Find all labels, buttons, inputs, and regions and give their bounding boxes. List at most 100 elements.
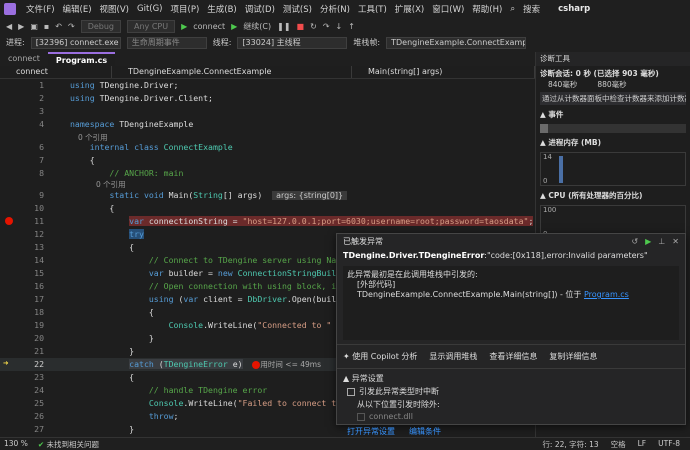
code-line[interactable]: // Open connection with using block, it … [70,280,381,293]
issues-indicator[interactable]: ✔ 未找到相关问题 [38,439,99,450]
pause-icon[interactable]: ❚❚ [277,22,290,31]
menu-help[interactable]: 帮助(H) [468,3,506,15]
code-line[interactable]: { [70,306,154,319]
code-line[interactable]: var connectionString = "host=127.0.0.1;p… [70,215,534,228]
code-line[interactable]: using (var client = DbDriver.Open(builde… [70,293,361,306]
redo-icon[interactable]: ↷ [68,22,75,31]
start-icon[interactable]: ▶ [181,22,187,31]
lifecycle-events-button[interactable]: 生命周期事件 [126,36,207,49]
menu-project[interactable]: 项目(P) [167,3,204,15]
module-checkbox[interactable] [357,412,365,421]
continue-icon[interactable]: ▶ [231,22,237,31]
thread-select[interactable]: [33024] 主线程 [237,36,348,49]
platform-select[interactable]: Any CPU [127,19,176,33]
code-line[interactable]: throw; [70,410,179,423]
restart-icon[interactable]: ↻ [310,22,317,31]
nav-class-select[interactable]: TDengineExample.ConnectExample [112,66,352,78]
close-icon[interactable]: ✕ [672,237,679,246]
menu-edit[interactable]: 编辑(E) [59,3,96,15]
forward-icon[interactable]: ▶ [18,22,24,31]
code-line[interactable]: namespace TDengineExample [70,118,193,131]
memory-graph[interactable]: 14 0 [540,152,686,186]
search-box[interactable]: 搜索 [519,3,544,15]
code-line[interactable]: catch (TDengineError e) 用时间 <= 49ms [70,358,321,371]
exception-settings-header[interactable]: ▲ 异常设置 [337,372,685,385]
menu-tools[interactable]: 工具(T) [354,3,391,15]
undo-icon[interactable]: ↶ [55,22,62,31]
menu-view[interactable]: 视图(V) [96,3,133,15]
code-line[interactable]: var builder = new ConnectionStringBuilde… [70,267,381,280]
menu-file[interactable]: 文件(F) [22,3,59,15]
back-icon[interactable]: ◀ [6,22,12,31]
elapsed-time-hint: 用时间 <= 49ms [260,360,322,369]
file-encoding[interactable]: UTF-8 [658,439,680,450]
code-line[interactable]: // handle TDengine error [70,384,267,397]
line-number: 23 [34,372,44,382]
menu-window[interactable]: 窗口(W) [428,3,468,15]
break-on-exception-checkbox[interactable] [347,387,355,396]
step-into-icon[interactable]: ↓ [336,22,343,31]
step-over-icon[interactable]: ↷ [323,22,330,31]
save-icon[interactable]: ▪ [44,22,49,31]
view-details-button[interactable]: 查看详细信息 [489,351,537,362]
line-number: 16 [34,281,44,291]
cpu-section[interactable]: ▲ CPU (所有处理器的百分比) [536,188,690,203]
menu-analyze[interactable]: 分析(N) [316,3,354,15]
open-exception-settings-link[interactable]: 打开异常设置 [347,426,395,437]
indentation[interactable]: 空格 [611,439,626,450]
code-line[interactable]: try [70,228,144,241]
program-cs-link[interactable]: Program.cs [584,290,629,299]
code-line[interactable]: { [70,154,95,167]
code-line[interactable]: } [70,423,134,436]
code-line[interactable]: } [70,345,134,358]
events-timeline[interactable] [540,124,686,133]
tab-program-cs[interactable]: Program.cs [47,52,116,66]
code-line[interactable]: Console.WriteLine("Connected to " + conn… [70,319,381,332]
continue-icon[interactable]: ▶ [645,237,651,246]
line-number: 12 [34,229,44,239]
nav-project-select[interactable]: connect [0,66,112,78]
edit-conditions-link[interactable]: 编辑条件 [409,426,441,437]
menu-debug[interactable]: 调试(D) [241,3,279,15]
tab-connect[interactable]: connect [0,52,48,66]
new-item-icon[interactable]: ▣ [30,22,38,31]
zoom-level[interactable]: 130 % [4,439,28,450]
code-line[interactable]: using TDengine.Driver.Client; [70,92,213,105]
code-line[interactable]: { [70,371,134,384]
configuration-select[interactable]: Debug [80,19,122,33]
events-section[interactable]: ▲ 事件 [536,107,690,122]
exception-text: :"code:[0x118],error:Invalid parameters" [484,251,648,260]
breakpoint-icon[interactable] [5,217,13,225]
menu-build[interactable]: 生成(B) [203,3,240,15]
cursor-position[interactable]: 行: 22, 字符: 13 [542,439,598,450]
copilot-analyze-button[interactable]: ✦ 使用 Copilot 分析 [343,351,417,362]
exception-type: TDengine.Driver.TDengineError [343,251,485,260]
menu-test[interactable]: 测试(S) [279,3,316,15]
code-line[interactable]: static void Main(String[] args) args: {s… [70,189,348,202]
history-icon[interactable]: ↺ [631,237,638,246]
search-icon[interactable]: ⌕ [506,4,519,14]
show-call-stack-button[interactable]: 显示调用堆栈 [429,351,477,362]
copy-details-button[interactable]: 复制详细信息 [549,351,597,362]
nav-method-select[interactable]: Main(string[] args) [352,66,535,78]
code-line[interactable]: internal class ConnectExample [70,141,233,154]
code-line[interactable]: { [70,241,134,254]
code-line[interactable]: } [70,332,154,345]
visual-studio-logo-icon [4,2,16,15]
process-select[interactable]: [32396] connect.exe [30,36,121,49]
menu-extensions[interactable]: 扩展(X) [391,3,428,15]
code-line[interactable]: { [70,202,114,215]
step-out-icon[interactable]: ↑ [348,22,355,31]
memory-axis-max: 14 [543,153,552,161]
stack-frame-select[interactable]: TDengineExample.ConnectExample [386,36,527,49]
line-endings[interactable]: LF [638,439,647,450]
process-memory-section[interactable]: ▲ 进程内存 (MB) [536,135,690,150]
args-value-hint[interactable]: args: {string[0]} [272,191,348,200]
startup-project-select[interactable]: connect [193,22,225,31]
code-line[interactable]: using TDengine.Driver; [70,79,178,92]
pin-icon[interactable]: ⊥ [658,237,665,246]
stop-icon[interactable]: ■ [297,22,305,31]
continue-button[interactable]: 继续(C) [243,21,271,32]
code-line[interactable]: // Connect to TDengine server using Nati… [70,254,356,267]
menu-git[interactable]: Git(G) [133,4,167,14]
